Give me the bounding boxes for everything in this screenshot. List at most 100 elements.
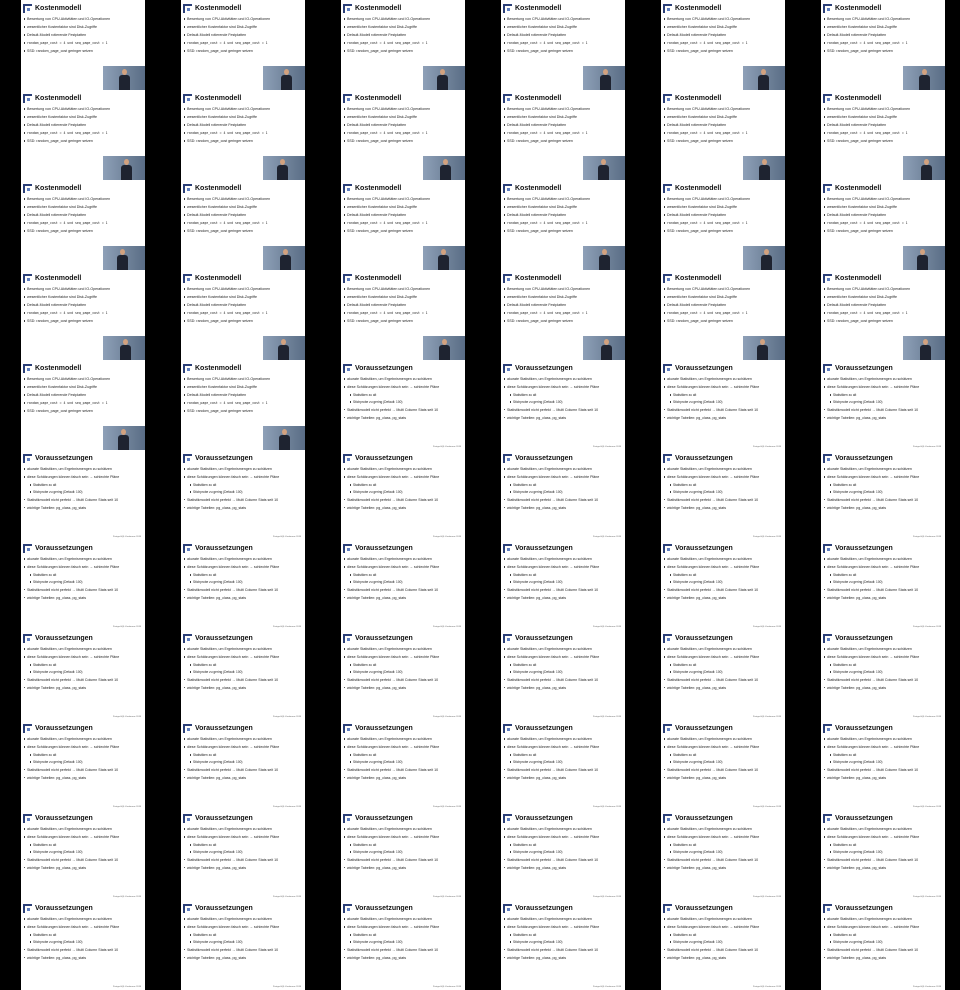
thumbnail-kostenmodell[interactable]: Kostenmodell Bewertung von CPU-Aktivität…: [800, 0, 960, 90]
slide-footer: PostgreSQL-Konferenz 2018: [112, 896, 141, 898]
slide-title: Kostenmodell: [195, 185, 242, 192]
thumbnail-kostenmodell[interactable]: Kostenmodell Bewertung von CPU-Aktivität…: [480, 0, 640, 90]
thumbnail-voraussetzungen[interactable]: Voraussetzungen akurate Statistiken, um …: [320, 810, 480, 900]
thumbnail-voraussetzungen[interactable]: Voraussetzungen akurate Statistiken, um …: [0, 900, 160, 990]
thumbnail-kostenmodell[interactable]: Kostenmodell Bewertung von CPU-Aktivität…: [0, 180, 160, 270]
thumbnail-kostenmodell[interactable]: Kostenmodell Bewertung von CPU-Aktivität…: [320, 0, 480, 90]
slide-logo-icon: [183, 94, 192, 103]
thumbnail-kostenmodell[interactable]: Kostenmodell Bewertung von CPU-Aktivität…: [320, 180, 480, 270]
thumbnail-voraussetzungen[interactable]: Voraussetzungen akurate Statistiken, um …: [160, 720, 320, 810]
thumbnail-kostenmodell[interactable]: Kostenmodell Bewertung von CPU-Aktivität…: [320, 90, 480, 180]
slide-logo-icon: [183, 364, 192, 373]
thumbnail-voraussetzungen[interactable]: Voraussetzungen akurate Statistiken, um …: [480, 630, 640, 720]
thumbnail-voraussetzungen[interactable]: Voraussetzungen akurate Statistiken, um …: [480, 450, 640, 540]
thumbnail-voraussetzungen[interactable]: Voraussetzungen akurate Statistiken, um …: [320, 900, 480, 990]
slide-bullet: SSD: random_page_cost geringer setzen: [824, 49, 942, 53]
thumbnail-voraussetzungen[interactable]: Voraussetzungen akurate Statistiken, um …: [160, 450, 320, 540]
thumbnail-kostenmodell[interactable]: Kostenmodell Bewertung von CPU-Aktivität…: [800, 90, 960, 180]
thumbnail-voraussetzungen[interactable]: Voraussetzungen akurate Statistiken, um …: [320, 630, 480, 720]
thumbnail-voraussetzungen[interactable]: Voraussetzungen akurate Statistiken, um …: [0, 450, 160, 540]
thumbnail-voraussetzungen[interactable]: Voraussetzungen akurate Statistiken, um …: [320, 540, 480, 630]
slide-kostenmodell: Kostenmodell Bewertung von CPU-Aktivität…: [501, 270, 625, 360]
thumbnail-voraussetzungen[interactable]: Voraussetzungen akurate Statistiken, um …: [640, 360, 800, 450]
thumbnail-voraussetzungen[interactable]: Voraussetzungen akurate Statistiken, um …: [0, 630, 160, 720]
slide-bullet: wichtige Tabellen: pg_class, pg_stats: [184, 596, 302, 600]
thumbnail-voraussetzungen[interactable]: Voraussetzungen akurate Statistiken, um …: [640, 810, 800, 900]
slide-bullet: Statistikmodell nicht perfekt → Multi Co…: [184, 948, 302, 952]
thumbnail-voraussetzungen[interactable]: Voraussetzungen akurate Statistiken, um …: [480, 900, 640, 990]
thumbnail-voraussetzungen[interactable]: Voraussetzungen akurate Statistiken, um …: [800, 540, 960, 630]
thumbnail-kostenmodell[interactable]: Kostenmodell Bewertung von CPU-Aktivität…: [0, 0, 160, 90]
thumbnail-kostenmodell[interactable]: Kostenmodell Bewertung von CPU-Aktivität…: [160, 270, 320, 360]
thumbnail-voraussetzungen[interactable]: Voraussetzungen akurate Statistiken, um …: [160, 540, 320, 630]
thumbnail-voraussetzungen[interactable]: Voraussetzungen akurate Statistiken, um …: [800, 810, 960, 900]
thumbnail-voraussetzungen[interactable]: Voraussetzungen akurate Statistiken, um …: [160, 810, 320, 900]
thumbnail-voraussetzungen[interactable]: Voraussetzungen akurate Statistiken, um …: [160, 630, 320, 720]
thumbnail-kostenmodell[interactable]: Kostenmodell Bewertung von CPU-Aktivität…: [640, 90, 800, 180]
slide-logo-icon: [503, 184, 512, 193]
thumbnail-kostenmodell[interactable]: Kostenmodell Bewertung von CPU-Aktivität…: [160, 0, 320, 90]
thumbnail-kostenmodell[interactable]: Kostenmodell Bewertung von CPU-Aktivität…: [640, 270, 800, 360]
thumbnail-voraussetzungen[interactable]: Voraussetzungen akurate Statistiken, um …: [480, 810, 640, 900]
thumbnail-voraussetzungen[interactable]: Voraussetzungen akurate Statistiken, um …: [0, 810, 160, 900]
thumbnail-kostenmodell[interactable]: Kostenmodell Bewertung von CPU-Aktivität…: [320, 270, 480, 360]
thumbnail-kostenmodell[interactable]: Kostenmodell Bewertung von CPU-Aktivität…: [160, 180, 320, 270]
slide-bullet: Statistikmodell nicht perfekt → Multi Co…: [344, 408, 462, 412]
thumbnail-voraussetzungen[interactable]: Voraussetzungen akurate Statistiken, um …: [320, 720, 480, 810]
slide-footer: PostgreSQL-Konferenz 2018: [432, 806, 461, 808]
thumbnail-kostenmodell[interactable]: Kostenmodell Bewertung von CPU-Aktivität…: [480, 90, 640, 180]
slide-bullet: Statistikmodell nicht perfekt → Multi Co…: [824, 678, 942, 682]
thumbnail-kostenmodell[interactable]: Kostenmodell Bewertung von CPU-Aktivität…: [800, 270, 960, 360]
thumbnail-voraussetzungen[interactable]: Voraussetzungen akurate Statistiken, um …: [800, 720, 960, 810]
thumbnail-voraussetzungen[interactable]: Voraussetzungen akurate Statistiken, um …: [640, 540, 800, 630]
slide-bullet: Statistikmodell nicht perfekt → Multi Co…: [344, 588, 462, 592]
thumbnail-voraussetzungen[interactable]: Voraussetzungen akurate Statistiken, um …: [160, 900, 320, 990]
thumbnail-kostenmodell[interactable]: Kostenmodell Bewertung von CPU-Aktivität…: [480, 180, 640, 270]
thumbnail-voraussetzungen[interactable]: Voraussetzungen akurate Statistiken, um …: [640, 450, 800, 540]
slide-bullet: Statistikmodell nicht perfekt → Multi Co…: [184, 858, 302, 862]
slide-bullet: diese Schätzungen können falsch sein → s…: [184, 475, 302, 479]
thumbnail-voraussetzungen[interactable]: Voraussetzungen akurate Statistiken, um …: [800, 360, 960, 450]
slide-bullet: Bewertung von CPU-Aktivitäten und IO-Ope…: [184, 287, 302, 291]
thumbnail-kostenmodell[interactable]: Kostenmodell Bewertung von CPU-Aktivität…: [640, 180, 800, 270]
thumbnail-voraussetzungen[interactable]: Voraussetzungen akurate Statistiken, um …: [800, 630, 960, 720]
slide-logo-icon: [23, 274, 32, 283]
thumbnail-voraussetzungen[interactable]: Voraussetzungen akurate Statistiken, um …: [480, 360, 640, 450]
thumbnail-voraussetzungen[interactable]: Voraussetzungen akurate Statistiken, um …: [640, 720, 800, 810]
thumbnail-kostenmodell[interactable]: Kostenmodell Bewertung von CPU-Aktivität…: [0, 270, 160, 360]
thumbnail-voraussetzungen[interactable]: Voraussetzungen akurate Statistiken, um …: [640, 630, 800, 720]
slide-title: Kostenmodell: [35, 5, 82, 12]
thumbnail-kostenmodell[interactable]: Kostenmodell Bewertung von CPU-Aktivität…: [160, 360, 320, 450]
slide-sub-bullet: Stichprobe zu gering (Default: 100): [510, 940, 622, 944]
thumbnail-voraussetzungen[interactable]: Voraussetzungen akurate Statistiken, um …: [320, 360, 480, 450]
thumbnail-kostenmodell[interactable]: Kostenmodell Bewertung von CPU-Aktivität…: [640, 0, 800, 90]
slide-footer: PostgreSQL-Konferenz 2018: [912, 896, 941, 898]
thumbnail-voraussetzungen[interactable]: Voraussetzungen akurate Statistiken, um …: [0, 720, 160, 810]
slide-logo-icon: [183, 544, 192, 553]
thumbnail-voraussetzungen[interactable]: Voraussetzungen akurate Statistiken, um …: [800, 450, 960, 540]
slide-bullet: wesentlicher Kostenfaktor sind Disk-Zugr…: [504, 295, 622, 299]
thumbnail-voraussetzungen[interactable]: Voraussetzungen akurate Statistiken, um …: [480, 720, 640, 810]
thumbnail-kostenmodell[interactable]: Kostenmodell Bewertung von CPU-Aktivität…: [160, 90, 320, 180]
thumbnail-kostenmodell[interactable]: Kostenmodell Bewertung von CPU-Aktivität…: [0, 360, 160, 450]
speaker-video-inset: [263, 426, 305, 450]
slide-bullet: wesentlicher Kostenfaktor sind Disk-Zugr…: [24, 295, 142, 299]
slide-voraussetzungen: Voraussetzungen akurate Statistiken, um …: [821, 450, 945, 540]
slide-logo-icon: [343, 4, 352, 13]
slide-footer: PostgreSQL-Konferenz 2018: [432, 626, 461, 628]
thumbnail-kostenmodell[interactable]: Kostenmodell Bewertung von CPU-Aktivität…: [480, 270, 640, 360]
thumbnail-kostenmodell[interactable]: Kostenmodell Bewertung von CPU-Aktivität…: [800, 180, 960, 270]
thumbnail-voraussetzungen[interactable]: Voraussetzungen akurate Statistiken, um …: [640, 900, 800, 990]
thumbnail-voraussetzungen[interactable]: Voraussetzungen akurate Statistiken, um …: [480, 540, 640, 630]
slide-sub-bullet: Statistiken zu alt: [830, 663, 942, 667]
thumbnail-voraussetzungen[interactable]: Voraussetzungen akurate Statistiken, um …: [320, 450, 480, 540]
thumbnail-kostenmodell[interactable]: Kostenmodell Bewertung von CPU-Aktivität…: [0, 90, 160, 180]
slide-bullet: Default-Modell rotierende Festplatten: [344, 213, 462, 217]
slide-bullet: wichtige Tabellen: pg_class, pg_stats: [504, 506, 622, 510]
slide-bullet: wichtige Tabellen: pg_class, pg_stats: [504, 956, 622, 960]
thumbnail-voraussetzungen[interactable]: Voraussetzungen akurate Statistiken, um …: [0, 540, 160, 630]
thumbnail-voraussetzungen[interactable]: Voraussetzungen akurate Statistiken, um …: [800, 900, 960, 990]
slide-title: Voraussetzungen: [515, 455, 573, 462]
slide-voraussetzungen: Voraussetzungen akurate Statistiken, um …: [21, 540, 145, 630]
slide-bullet-code: random_page_cost = 4 und seq_page_cost =…: [24, 131, 142, 135]
